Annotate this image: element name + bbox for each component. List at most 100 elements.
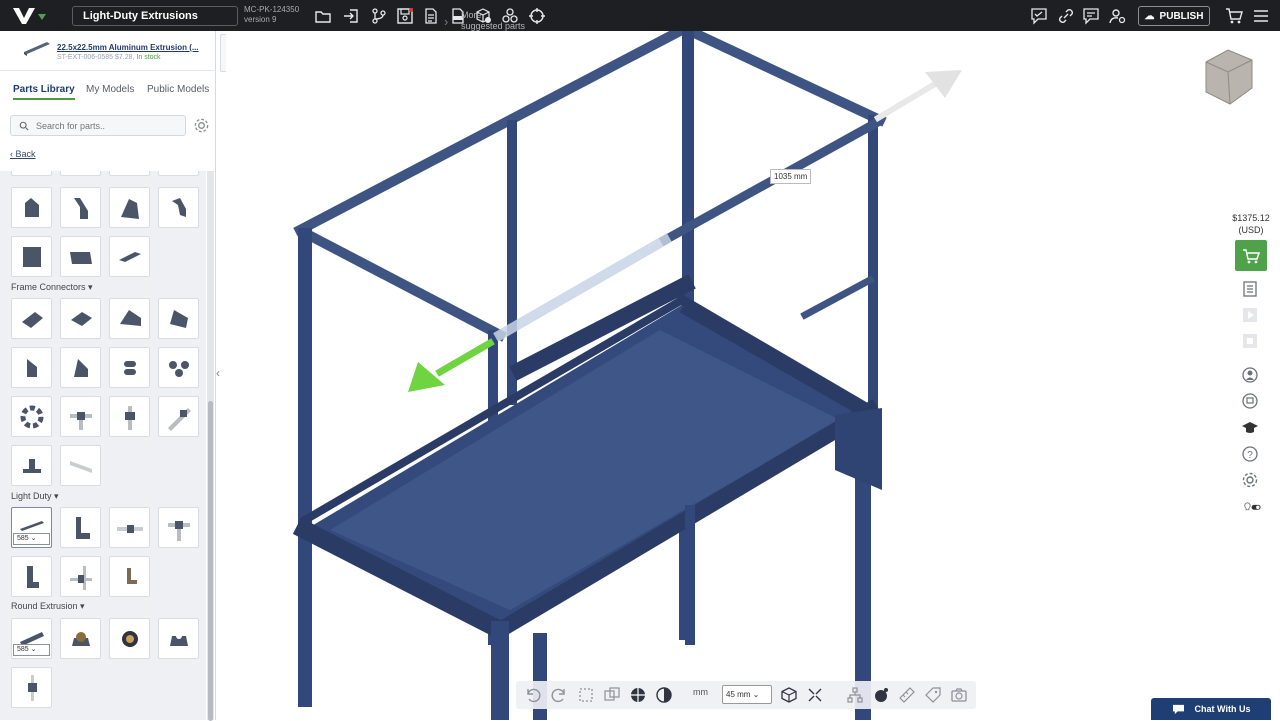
light-duty-connector-tile[interactable] bbox=[109, 507, 150, 548]
back-link[interactable]: ‹ Back bbox=[10, 149, 36, 159]
document-icon[interactable] bbox=[422, 7, 440, 25]
folder-open-icon[interactable] bbox=[314, 7, 332, 25]
part-tile[interactable] bbox=[109, 171, 150, 176]
category-frame-connectors[interactable]: Frame Connectors ▾ bbox=[11, 282, 93, 293]
stop-icon[interactable] bbox=[1240, 331, 1260, 351]
part-tile[interactable] bbox=[11, 171, 52, 176]
light-duty-bracket-tile[interactable] bbox=[109, 556, 150, 597]
shaft-support-tile[interactable] bbox=[158, 618, 199, 659]
collapse-sidebar-chevron-icon[interactable]: ‹ bbox=[216, 366, 226, 382]
part-tile[interactable] bbox=[158, 171, 199, 176]
render-mode-icon[interactable] bbox=[655, 686, 673, 704]
color-fill-icon[interactable] bbox=[872, 686, 890, 704]
plate-part-tile[interactable] bbox=[158, 187, 199, 228]
connector-part-tile[interactable] bbox=[109, 298, 150, 339]
redo-icon[interactable] bbox=[550, 686, 568, 704]
3d-viewport[interactable] bbox=[226, 31, 1280, 720]
hamburger-menu-icon[interactable] bbox=[1252, 7, 1270, 25]
part-price: $7.28, bbox=[114, 54, 135, 61]
selected-part-name[interactable]: 22.5x22.5mm Aluminum Extrusion (... bbox=[57, 43, 199, 52]
robot-assistant-icon[interactable] bbox=[1240, 391, 1260, 411]
link-icon[interactable] bbox=[1057, 7, 1075, 25]
connector-part-tile[interactable] bbox=[60, 396, 101, 437]
frame-model[interactable] bbox=[226, 31, 1280, 720]
gear-icon[interactable] bbox=[193, 117, 210, 134]
plate-part-tile[interactable] bbox=[109, 236, 150, 277]
graduation-cap-icon[interactable] bbox=[1240, 418, 1260, 438]
import-icon[interactable] bbox=[342, 7, 360, 25]
plate-part-tile[interactable] bbox=[109, 187, 150, 228]
crosshair-icon[interactable] bbox=[528, 7, 546, 25]
connector-part-tile[interactable] bbox=[11, 347, 52, 388]
search-icon bbox=[19, 121, 29, 131]
light-duty-connector-tile[interactable] bbox=[60, 556, 101, 597]
connector-part-tile[interactable] bbox=[60, 298, 101, 339]
help-icon[interactable]: ? bbox=[1240, 444, 1260, 464]
view-cube[interactable] bbox=[1198, 46, 1258, 108]
hierarchy-icon[interactable] bbox=[846, 686, 864, 704]
connector-part-tile[interactable] bbox=[109, 347, 150, 388]
extrusion-length-select[interactable]: 585 ⌄ bbox=[13, 533, 50, 545]
play-icon[interactable] bbox=[1240, 305, 1260, 325]
cart-icon[interactable] bbox=[1225, 7, 1243, 25]
connector-part-tile[interactable] bbox=[158, 298, 199, 339]
light-duty-bracket-tile[interactable] bbox=[60, 507, 101, 548]
lightbulb-toggle-icon[interactable] bbox=[1240, 497, 1266, 517]
connector-part-tile[interactable] bbox=[11, 445, 52, 486]
suggested-next-chevron-icon[interactable]: › bbox=[444, 14, 448, 29]
connector-part-tile[interactable] bbox=[60, 347, 101, 388]
plate-part-tile[interactable] bbox=[11, 187, 52, 228]
category-light-duty[interactable]: Light Duty ▾ bbox=[11, 491, 59, 502]
pillow-block-tile[interactable] bbox=[60, 618, 101, 659]
round-length-select[interactable]: 585 ⌄ bbox=[13, 644, 50, 656]
select-box-icon[interactable] bbox=[577, 686, 595, 704]
grid-size-select[interactable]: 45 mm ⌄ bbox=[722, 685, 772, 704]
part-tile[interactable] bbox=[60, 171, 101, 176]
add-to-cart-button[interactable] bbox=[1235, 240, 1267, 271]
save-icon[interactable] bbox=[396, 7, 414, 25]
plate-part-tile[interactable] bbox=[60, 236, 101, 277]
connector-part-tile[interactable] bbox=[11, 396, 52, 437]
chat-edit-icon[interactable] bbox=[1082, 7, 1100, 25]
comment-check-icon[interactable] bbox=[1030, 7, 1048, 25]
branch-icon[interactable] bbox=[370, 7, 388, 25]
unit-text: mm bbox=[693, 687, 708, 697]
bearing-tile[interactable] bbox=[109, 618, 150, 659]
tab-parts-library[interactable]: Parts Library bbox=[13, 84, 75, 100]
connector-part-tile[interactable] bbox=[11, 298, 52, 339]
measure-ruler-icon[interactable] bbox=[898, 686, 916, 704]
collapse-arrows-icon[interactable] bbox=[806, 686, 824, 704]
publish-button[interactable]: ☁ PUBLISH bbox=[1138, 6, 1210, 26]
selected-part-header[interactable]: 22.5x22.5mm Aluminum Extrusion (... ST-E… bbox=[0, 31, 216, 71]
grid-size-value: 45 mm bbox=[726, 690, 751, 699]
round-connector-tile[interactable] bbox=[11, 667, 52, 708]
chat-with-us-button[interactable]: Chat With Us bbox=[1151, 698, 1271, 720]
scrollbar-thumb[interactable] bbox=[208, 401, 213, 721]
tag-icon[interactable] bbox=[924, 686, 942, 704]
user-settings-icon[interactable] bbox=[1108, 7, 1126, 25]
light-duty-connector-tile[interactable] bbox=[158, 507, 199, 548]
explode-view-icon[interactable] bbox=[629, 686, 647, 704]
support-agent-icon[interactable] bbox=[1240, 365, 1260, 385]
vention-logo[interactable] bbox=[10, 6, 50, 26]
connector-part-tile[interactable] bbox=[109, 396, 150, 437]
plate-part-tile[interactable] bbox=[60, 187, 101, 228]
tab-public-models[interactable]: Public Models bbox=[147, 84, 209, 95]
connector-part-tile[interactable] bbox=[158, 396, 199, 437]
connector-part-tile[interactable] bbox=[60, 445, 101, 486]
camera-icon[interactable] bbox=[950, 686, 968, 704]
more-suggested-parts-link[interactable]: More suggested parts bbox=[461, 10, 525, 32]
category-round-extrusion[interactable]: Round Extrusion ▾ bbox=[11, 601, 85, 612]
undo-icon[interactable] bbox=[524, 686, 542, 704]
project-name-field[interactable]: Light-Duty Extrusions bbox=[72, 6, 238, 26]
plate-part-tile[interactable] bbox=[11, 236, 52, 277]
cube-view-icon[interactable] bbox=[780, 686, 798, 704]
gear-icon[interactable] bbox=[1240, 470, 1260, 490]
search-input[interactable] bbox=[36, 120, 176, 131]
bill-of-materials-icon[interactable] bbox=[1240, 279, 1260, 299]
tab-my-models[interactable]: My Models bbox=[86, 84, 134, 95]
multi-select-icon[interactable] bbox=[603, 686, 621, 704]
sidebar-scrollbar[interactable] bbox=[207, 171, 214, 721]
connector-part-tile[interactable] bbox=[158, 347, 199, 388]
light-duty-bracket-tile[interactable] bbox=[11, 556, 52, 597]
